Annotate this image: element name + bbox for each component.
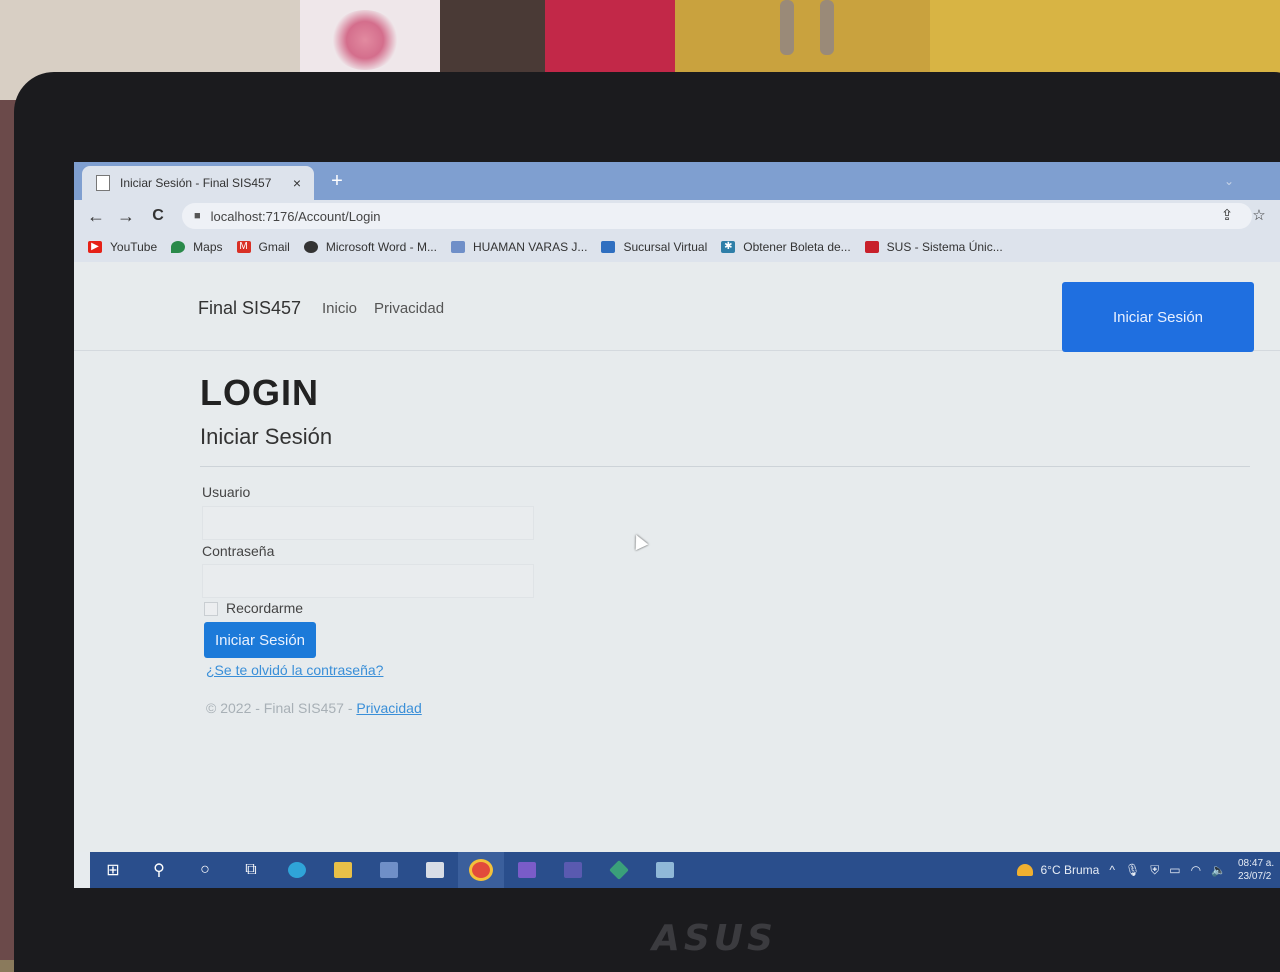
- bookmark-label: Sucursal Virtual: [623, 240, 707, 254]
- footer-privacy-link[interactable]: Privacidad: [356, 700, 421, 716]
- gear-icon: ✱: [721, 241, 735, 253]
- page-footer: © 2022 - Final SIS457 - Privacidad: [206, 700, 422, 716]
- maps-icon: [171, 241, 185, 253]
- bookmark-label: Gmail: [259, 240, 290, 254]
- volume-icon[interactable]: 🔈: [1211, 863, 1226, 877]
- remember-label[interactable]: Recordarme: [226, 600, 303, 616]
- search-icon[interactable]: ⚲: [136, 852, 182, 888]
- cabinet-handle: [780, 0, 794, 55]
- username-label: Usuario: [202, 484, 250, 500]
- laptop-screen: Iniciar Sesión - Final SIS457 × + ⌄ ← → …: [74, 162, 1280, 888]
- clock-time: 08:47 a.: [1238, 857, 1280, 870]
- page-title: LOGIN: [200, 372, 319, 414]
- bank-icon: [601, 241, 615, 253]
- bookmark-boleta[interactable]: ✱ Obtener Boleta de...: [721, 240, 850, 254]
- doc-icon: [451, 241, 465, 253]
- address-bar[interactable]: ■ localhost:7176/Account/Login: [182, 203, 1252, 229]
- bookmarks-bar: ▶ YouTube Maps M Gmail Microsoft Word - …: [74, 232, 1280, 262]
- page-subtitle: Iniciar Sesión: [200, 424, 332, 450]
- laptop-brand-logo: ASUS: [652, 918, 777, 959]
- windows-taskbar: ⊞ ⚲ ○ ⧉ 6°C Bruma ^ 🎙 ⛨ ▭ ◠ 🔈 08:47 a. 2…: [90, 852, 1280, 888]
- weather-text[interactable]: 6°C Bruma: [1041, 863, 1100, 877]
- mail-icon[interactable]: [412, 852, 458, 888]
- browser-toolbar: ← → C ■ localhost:7176/Account/Login ⇪ ☆: [74, 200, 1280, 232]
- git-icon[interactable]: [596, 852, 642, 888]
- login-submit-button[interactable]: Iniciar Sesión: [204, 622, 316, 658]
- explorer-icon[interactable]: [320, 852, 366, 888]
- mouse-cursor: [630, 532, 649, 551]
- flower-poster: [300, 0, 440, 80]
- clock-date: 23/07/2: [1238, 870, 1280, 883]
- task-view-icon[interactable]: ⧉: [228, 852, 274, 888]
- bookmark-label: HUAMAN VARAS J...: [473, 240, 587, 254]
- forgot-password-link[interactable]: ¿Se te olvidó la contraseña?: [206, 662, 383, 678]
- navbar-login-button[interactable]: Iniciar Sesión: [1062, 282, 1254, 352]
- bookmark-label: Obtener Boleta de...: [743, 240, 850, 254]
- chevron-up-icon[interactable]: ^: [1109, 863, 1115, 877]
- divider: [200, 466, 1250, 467]
- cabinet-handle: [820, 0, 834, 55]
- bookmark-label: SUS - Sistema Únic...: [887, 240, 1003, 254]
- nav-privacidad[interactable]: Privacidad: [374, 300, 444, 317]
- share-icon[interactable]: ⇪: [1216, 204, 1238, 228]
- shield-icon[interactable]: ⛨: [1150, 863, 1159, 878]
- username-field[interactable]: [202, 506, 534, 540]
- bookmark-gmail[interactable]: M Gmail: [237, 240, 290, 254]
- clock[interactable]: 08:47 a. 23/07/2: [1238, 857, 1280, 883]
- bookmark-label: Maps: [193, 240, 222, 254]
- weather-icon[interactable]: [1017, 864, 1033, 876]
- close-tab-icon[interactable]: ×: [288, 175, 306, 191]
- notes-icon[interactable]: [642, 852, 688, 888]
- site-brand[interactable]: Final SIS457: [198, 298, 301, 319]
- tab-search-icon[interactable]: ⌄: [1224, 174, 1234, 188]
- login-page: Final SIS457 Inicio Privacidad Iniciar S…: [74, 262, 1280, 852]
- new-tab-button[interactable]: +: [326, 170, 348, 192]
- forward-icon[interactable]: →: [114, 204, 138, 228]
- bookmark-label: YouTube: [110, 240, 157, 254]
- bookmark-sucursal[interactable]: Sucursal Virtual: [601, 240, 707, 254]
- sus-icon: [865, 241, 879, 253]
- bookmark-huaman[interactable]: HUAMAN VARAS J...: [451, 240, 587, 254]
- chrome-icon[interactable]: [458, 852, 504, 888]
- store-icon[interactable]: [366, 852, 412, 888]
- password-field[interactable]: [202, 564, 534, 598]
- visual-studio-icon[interactable]: [504, 852, 550, 888]
- back-icon[interactable]: ←: [84, 204, 108, 228]
- browser-tabbar: Iniciar Sesión - Final SIS457 × + ⌄: [74, 162, 1280, 200]
- bookmark-label: Microsoft Word - M...: [326, 240, 437, 254]
- nav-inicio[interactable]: Inicio: [322, 300, 357, 317]
- edge-icon[interactable]: [274, 852, 320, 888]
- reload-icon[interactable]: C: [146, 204, 170, 228]
- bookmark-youtube[interactable]: ▶ YouTube: [88, 240, 157, 254]
- bookmark-word[interactable]: Microsoft Word - M...: [304, 240, 437, 254]
- system-tray: 6°C Bruma ^ 🎙 ⛨ ▭ ◠ 🔈 08:47 a. 23/07/2: [1017, 852, 1280, 888]
- url-text[interactable]: localhost:7176/Account/Login: [211, 209, 381, 224]
- tab-title: Iniciar Sesión - Final SIS457: [120, 176, 288, 190]
- bookmark-maps[interactable]: Maps: [171, 240, 222, 254]
- globe-icon: [304, 241, 318, 253]
- browser-tab[interactable]: Iniciar Sesión - Final SIS457 ×: [82, 166, 314, 200]
- site-navbar: Final SIS457 Inicio Privacidad Iniciar S…: [74, 262, 1280, 351]
- bookmark-star-icon[interactable]: ☆: [1248, 204, 1270, 228]
- bookmark-sus[interactable]: SUS - Sistema Únic...: [865, 240, 1003, 254]
- microphone-icon[interactable]: 🎙: [1125, 863, 1140, 877]
- password-label: Contraseña: [202, 543, 274, 559]
- page-icon: [96, 175, 110, 191]
- wifi-icon[interactable]: ◠: [1191, 863, 1201, 877]
- footer-text: © 2022 - Final SIS457 -: [206, 700, 356, 716]
- app-icon[interactable]: [550, 852, 596, 888]
- remember-checkbox[interactable]: [204, 602, 218, 616]
- cortana-icon[interactable]: ○: [182, 852, 228, 888]
- gmail-icon: M: [237, 241, 251, 253]
- youtube-icon: ▶: [88, 241, 102, 253]
- lock-icon[interactable]: ■: [194, 210, 201, 222]
- battery-icon[interactable]: ▭: [1169, 863, 1180, 877]
- start-icon[interactable]: ⊞: [90, 852, 136, 888]
